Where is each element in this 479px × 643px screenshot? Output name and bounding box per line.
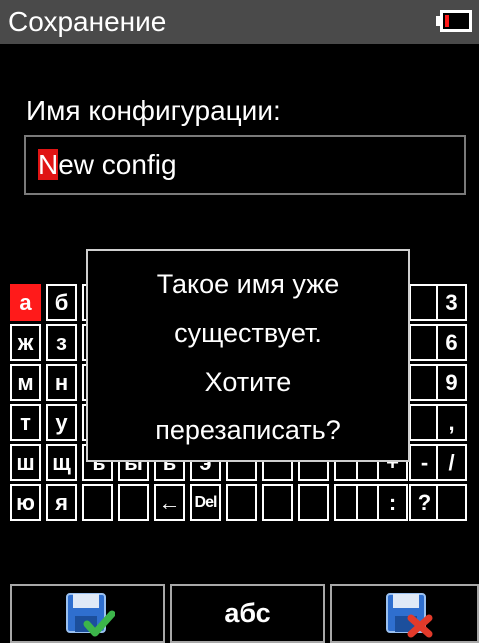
save-cancel-icon — [386, 593, 433, 638]
key-4-13[interactable]: / — [436, 444, 467, 481]
dialog-line-1: Такое имя уже — [156, 269, 340, 299]
page-title: Сохранение — [8, 6, 167, 37]
save-confirm-icon — [66, 593, 115, 637]
battery-icon — [440, 10, 472, 32]
key-3-1[interactable]: у — [46, 404, 77, 441]
key-4-0[interactable]: ш — [10, 444, 41, 481]
key-1-13[interactable]: 6 — [436, 324, 467, 361]
text-cursor: N — [38, 149, 59, 180]
key-4-1[interactable]: щ — [46, 444, 77, 481]
dialog-line-3: Хотите — [204, 367, 292, 397]
key-2-13[interactable]: 9 — [436, 364, 467, 401]
key-5-3[interactable] — [118, 484, 149, 521]
key-5-0[interactable]: ю — [10, 484, 41, 521]
key-0-0[interactable]: а — [10, 284, 41, 321]
input-text: New config — [38, 147, 177, 183]
key-2-0[interactable]: м — [10, 364, 41, 401]
key-5-5[interactable]: Del — [190, 484, 221, 521]
key-5-11[interactable]: : — [377, 484, 408, 521]
cancel-overwrite-button[interactable] — [330, 584, 479, 643]
key-5-2[interactable] — [82, 484, 113, 521]
config-name-input[interactable]: New config — [24, 135, 466, 195]
key-5-6[interactable] — [226, 484, 257, 521]
confirm-overwrite-button[interactable] — [10, 584, 165, 643]
key-0-1[interactable]: б — [46, 284, 77, 321]
keyboard-mode-button[interactable]: абс — [170, 584, 325, 643]
dialog-line-4: перезаписать? — [155, 415, 341, 445]
key-0-13[interactable]: 3 — [436, 284, 467, 321]
key-5-13[interactable] — [436, 484, 467, 521]
keyboard-mode-label: абс — [224, 598, 271, 628]
key-5-8[interactable] — [298, 484, 329, 521]
key-1-1[interactable]: з — [46, 324, 77, 361]
battery-level — [445, 15, 449, 27]
input-value: ew config — [58, 149, 177, 180]
config-name-label: Имя конфигурации: — [26, 95, 281, 126]
key-5-4[interactable]: ← — [154, 484, 185, 521]
key-2-1[interactable]: н — [46, 364, 77, 401]
key-1-0[interactable]: ж — [10, 324, 41, 361]
key-3-13[interactable]: , — [436, 404, 467, 441]
dialog-line-2: существует. — [174, 318, 322, 348]
key-5-7[interactable] — [262, 484, 293, 521]
key-3-0[interactable]: т — [10, 404, 41, 441]
overwrite-dialog: Такое имя уже существует. Хотите перезап… — [86, 249, 410, 462]
key-5-1[interactable]: я — [46, 484, 77, 521]
